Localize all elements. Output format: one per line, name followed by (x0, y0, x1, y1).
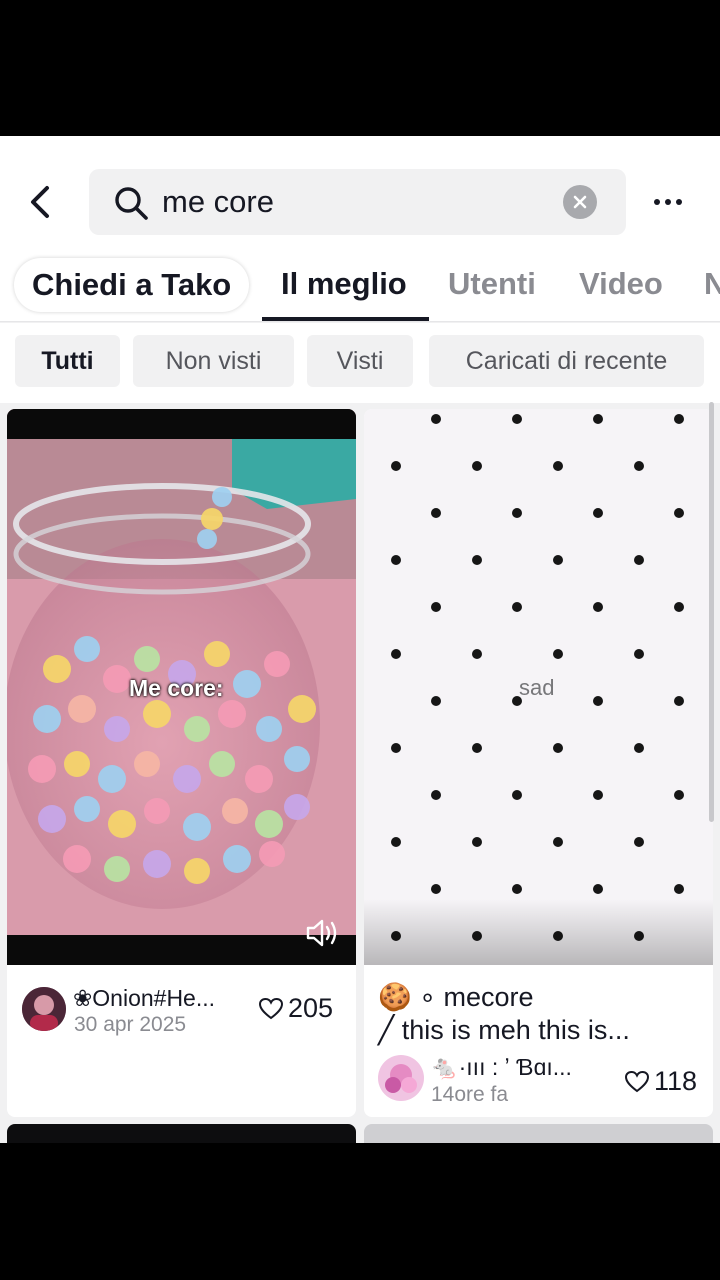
active-tab-indicator (262, 317, 429, 321)
polka-dot (553, 461, 563, 471)
like-count-value: 205 (288, 993, 334, 1023)
avatar[interactable] (378, 1055, 424, 1101)
search-icon (115, 187, 148, 220)
video-thumbnail[interactable]: sad (364, 409, 713, 965)
back-button[interactable] (22, 182, 58, 222)
chevron-left-icon (31, 186, 49, 218)
polka-dot (634, 555, 644, 565)
polka-dot (593, 696, 603, 706)
polka-dot (553, 649, 563, 659)
more-dot-icon (654, 199, 660, 205)
video-overlay-text: Me core: (129, 675, 224, 701)
polka-dot (391, 649, 401, 659)
thumbnail-shade (364, 899, 713, 965)
polka-dot (472, 649, 482, 659)
post-date: 14ore fa (431, 1083, 509, 1106)
tab-ask-tako[interactable]: Chiedi a Tako (14, 258, 250, 312)
polka-dot (674, 414, 684, 424)
tab-next-partial[interactable]: N (704, 266, 720, 302)
navigation-bar-area (0, 1143, 720, 1280)
polka-dot (512, 414, 522, 424)
video-card-partial[interactable] (7, 1124, 356, 1143)
polka-dot (512, 508, 522, 518)
polka-dot (634, 649, 644, 659)
polka-dot (512, 884, 522, 894)
video-card-partial[interactable] (364, 1124, 713, 1143)
polka-dot (674, 696, 684, 706)
polka-dot (674, 602, 684, 612)
polka-dot (553, 555, 563, 565)
polka-dot (553, 743, 563, 753)
post-date: 30 apr 2025 (74, 1013, 187, 1036)
polka-dot (472, 461, 482, 471)
filter-not-seen[interactable]: Non visti (133, 335, 294, 387)
polka-dot (431, 414, 441, 424)
tab-top[interactable]: Il meglio (281, 266, 407, 302)
filter-recently-uploaded[interactable]: Caricati di recente (429, 335, 704, 387)
polka-dot (431, 884, 441, 894)
video-card[interactable]: Me core: ❀Onion#He... 30 apr 2025 205 (7, 409, 356, 1117)
avatar[interactable] (22, 987, 66, 1031)
polka-dot (553, 837, 563, 847)
search-header: me core (0, 136, 720, 236)
author-name[interactable]: 🐁·ııı : ʼ Ɓɑı... (430, 1054, 572, 1081)
polka-dot (593, 508, 603, 518)
polka-dot (634, 837, 644, 847)
avatar-image (22, 987, 66, 1031)
like-count: 205 (258, 993, 333, 1024)
author-name[interactable]: ❀Onion#He... (73, 985, 215, 1012)
search-query: me core (162, 184, 274, 219)
video-description-line1[interactable]: 🍪 ∘ mecore (378, 980, 534, 1014)
search-input[interactable]: me core (89, 169, 626, 235)
video-card[interactable]: sad 🍪 ∘ mecore ╱ this is meh this is... … (364, 409, 713, 1117)
video-thumbnail[interactable]: Me core: (7, 409, 356, 965)
polka-dot (391, 555, 401, 565)
polka-dot (674, 790, 684, 800)
polka-dot (472, 555, 482, 565)
polka-dot (391, 461, 401, 471)
polka-dot (472, 743, 482, 753)
polka-dot (593, 602, 603, 612)
video-overlay-text: sad (519, 675, 555, 700)
polka-dot (472, 837, 482, 847)
like-count: 118 (624, 1066, 697, 1097)
polka-dot (391, 743, 401, 753)
status-bar-area (0, 0, 720, 136)
like-count-value: 118 (654, 1066, 698, 1096)
more-dot-icon (676, 199, 682, 205)
sound-icon[interactable] (305, 917, 341, 949)
search-results-screen: me core Chiedi a Tako Il meglio Utenti V… (0, 136, 720, 1143)
heart-icon (624, 1070, 650, 1092)
filter-seen[interactable]: Visti (307, 335, 413, 387)
filter-chips: Tutti Non visti Visti Caricati di recent… (0, 323, 720, 403)
avatar-image (378, 1055, 424, 1101)
results-tabs: Chiedi a Tako Il meglio Utenti Video N (0, 236, 720, 322)
tab-users[interactable]: Utenti (448, 266, 536, 302)
polka-dot (593, 790, 603, 800)
polka-dot (512, 790, 522, 800)
polka-dot (674, 884, 684, 894)
polka-dot (431, 696, 441, 706)
filter-all[interactable]: Tutti (15, 335, 120, 387)
polka-dot (431, 602, 441, 612)
clear-search-button[interactable] (563, 185, 597, 219)
more-dot-icon (665, 199, 671, 205)
polka-dot (634, 461, 644, 471)
tab-videos[interactable]: Video (579, 266, 663, 302)
polka-dot (431, 508, 441, 518)
scrollbar[interactable] (709, 402, 714, 822)
polka-dot (431, 790, 441, 800)
close-icon (573, 195, 587, 209)
polka-dot (391, 837, 401, 847)
video-description-line2[interactable]: ╱ this is meh this is... (378, 1013, 630, 1047)
polka-dot (634, 743, 644, 753)
polka-dot (674, 508, 684, 518)
polka-dot (593, 414, 603, 424)
heart-icon (258, 997, 284, 1019)
polka-dot (512, 602, 522, 612)
more-options-button[interactable] (648, 192, 688, 212)
polka-dot (593, 884, 603, 894)
